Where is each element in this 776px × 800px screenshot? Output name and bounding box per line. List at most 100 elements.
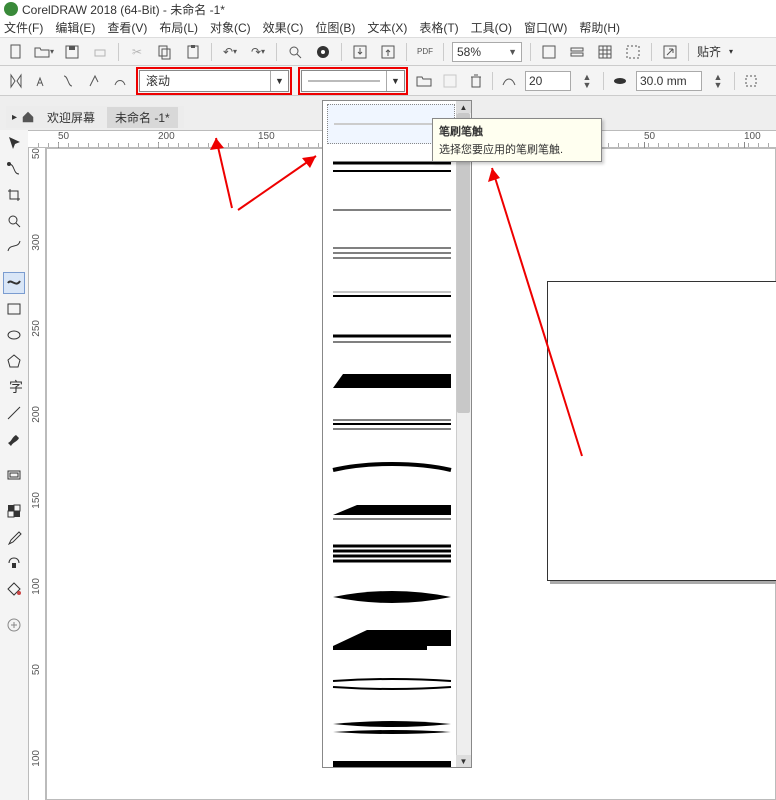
tool-effect[interactable] xyxy=(3,552,25,574)
brush-stroke-combo[interactable]: ▼ xyxy=(301,70,405,92)
scroll-up-button[interactable]: ▲ xyxy=(456,101,471,113)
tool-checker[interactable] xyxy=(3,500,25,522)
tab-arrow-icon[interactable]: ▸ xyxy=(12,112,17,123)
document-tabs: ▸ 欢迎屏幕 未命名 -1* xyxy=(6,106,184,128)
brush-stroke-option[interactable] xyxy=(327,706,455,746)
menu-item[interactable]: 效果(C) xyxy=(263,19,304,36)
brush-stroke-option[interactable] xyxy=(327,491,455,531)
ruler-tick: 200 xyxy=(31,406,42,423)
brush-stroke-option[interactable] xyxy=(327,749,455,768)
stepper-icon[interactable]: ▲▼ xyxy=(577,71,597,91)
tab-welcome[interactable]: 欢迎屏幕 xyxy=(39,107,103,128)
width-value: 30.0 mm xyxy=(640,74,687,88)
stepper-icon[interactable]: ▲▼ xyxy=(708,71,728,91)
launch-button[interactable] xyxy=(660,42,680,62)
undo-button[interactable]: ↶▾ xyxy=(220,42,240,62)
menu-item[interactable]: 表格(T) xyxy=(419,19,458,36)
paste-button[interactable] xyxy=(183,42,203,62)
chevron-down-icon[interactable]: ▼ xyxy=(386,71,404,91)
scroll-down-button[interactable]: ▼ xyxy=(456,755,471,767)
guides-button[interactable] xyxy=(623,42,643,62)
brush-stroke-option[interactable] xyxy=(327,233,455,273)
tool-dropper[interactable] xyxy=(3,526,25,548)
menu-item[interactable]: 编辑(E) xyxy=(55,19,95,36)
brush-tool-b-button[interactable] xyxy=(58,71,78,91)
print-button[interactable] xyxy=(90,42,110,62)
grid-button[interactable] xyxy=(595,42,615,62)
menu-item[interactable]: 位图(B) xyxy=(315,19,355,36)
brush-stroke-option[interactable] xyxy=(327,276,455,316)
menu-item[interactable]: 帮助(H) xyxy=(579,19,620,36)
save-brush-button[interactable] xyxy=(440,71,460,91)
tool-crop[interactable] xyxy=(3,184,25,206)
ruler-tick: 100 xyxy=(31,578,42,595)
tool-curve[interactable] xyxy=(3,236,25,258)
brush-stroke-option[interactable] xyxy=(327,405,455,445)
brush-category-combo[interactable]: 滚动 ▼ xyxy=(139,70,289,92)
menu-item[interactable]: 对象(C) xyxy=(210,19,251,36)
brush-stroke-dropdown[interactable]: ▲ ▼ xyxy=(322,100,472,768)
publish-pdf-button[interactable]: PDF xyxy=(415,42,435,62)
search-button[interactable] xyxy=(285,42,305,62)
zoom-level-combo[interactable]: 58% ▼ xyxy=(452,42,522,62)
brush-stroke-option[interactable] xyxy=(327,534,455,574)
tool-shape[interactable] xyxy=(3,158,25,180)
delete-button[interactable] xyxy=(466,71,486,91)
new-file-button[interactable] xyxy=(6,42,26,62)
copy-button[interactable] xyxy=(155,42,175,62)
menu-item[interactable]: 工具(O) xyxy=(471,19,512,36)
scrollbar[interactable]: ▲ ▼ xyxy=(456,101,471,767)
tool-freehand[interactable] xyxy=(3,272,25,294)
pan-button[interactable] xyxy=(313,42,333,62)
brush-stroke-option[interactable] xyxy=(327,448,455,488)
tool-plus[interactable] xyxy=(3,614,25,636)
ruler-tick: 50 xyxy=(644,131,655,142)
menu-item[interactable]: 文本(X) xyxy=(367,19,407,36)
ruler-tick: 150 xyxy=(31,492,42,509)
ruler-tick: 50 xyxy=(31,148,42,159)
tool-ellipse[interactable] xyxy=(3,324,25,346)
vertical-ruler[interactable]: 5030025020015010050100 xyxy=(28,148,46,800)
smoothing-input[interactable]: 20 xyxy=(525,71,571,91)
tab-document[interactable]: 未命名 -1* xyxy=(107,107,178,128)
cut-button[interactable]: ✂ xyxy=(127,42,147,62)
tool-art[interactable] xyxy=(3,428,25,450)
brush-tool-c-button[interactable] xyxy=(84,71,104,91)
brush-tool-a-button[interactable] xyxy=(32,71,52,91)
brush-stroke-option[interactable] xyxy=(327,362,455,402)
save-button[interactable] xyxy=(62,42,82,62)
brush-stroke-option[interactable] xyxy=(327,577,455,617)
open-file-button[interactable]: ▾ xyxy=(34,42,54,62)
menu-item[interactable]: 窗口(W) xyxy=(524,19,567,36)
tool-line[interactable] xyxy=(3,402,25,424)
redo-button[interactable]: ↷▾ xyxy=(248,42,268,62)
tool-polygon[interactable] xyxy=(3,350,25,372)
import-button[interactable] xyxy=(350,42,370,62)
brush-stroke-option[interactable] xyxy=(327,319,455,359)
tool-zoom[interactable] xyxy=(3,210,25,232)
browse-button[interactable] xyxy=(414,71,434,91)
home-icon[interactable] xyxy=(21,110,35,124)
tool-pick[interactable] xyxy=(3,132,25,154)
snap-label[interactable]: 贴齐 xyxy=(697,43,721,60)
bounding-box-button[interactable] xyxy=(741,71,761,91)
brush-category-value: 滚动 xyxy=(140,72,270,89)
chevron-down-icon[interactable]: ▼ xyxy=(270,71,288,91)
menu-item[interactable]: 查看(V) xyxy=(107,19,147,36)
brush-stroke-option[interactable] xyxy=(327,190,455,230)
tool-text[interactable]: 字 xyxy=(3,376,25,398)
menu-item[interactable]: 布局(L) xyxy=(159,19,198,36)
svg-text:字: 字 xyxy=(9,379,22,395)
menu-item[interactable]: 文件(F) xyxy=(4,19,43,36)
tool-fill[interactable] xyxy=(3,578,25,600)
fullscreen-button[interactable] xyxy=(539,42,559,62)
tool-dim[interactable] xyxy=(3,464,25,486)
tool-rect[interactable] xyxy=(3,298,25,320)
brush-tool-d-button[interactable] xyxy=(110,71,130,91)
brush-stroke-option[interactable] xyxy=(327,663,455,703)
stroke-width-input[interactable]: 30.0 mm xyxy=(636,71,702,91)
export-button[interactable] xyxy=(378,42,398,62)
rulers-button[interactable] xyxy=(567,42,587,62)
brush-stroke-option[interactable] xyxy=(327,620,455,660)
mirror-h-button[interactable] xyxy=(6,71,26,91)
